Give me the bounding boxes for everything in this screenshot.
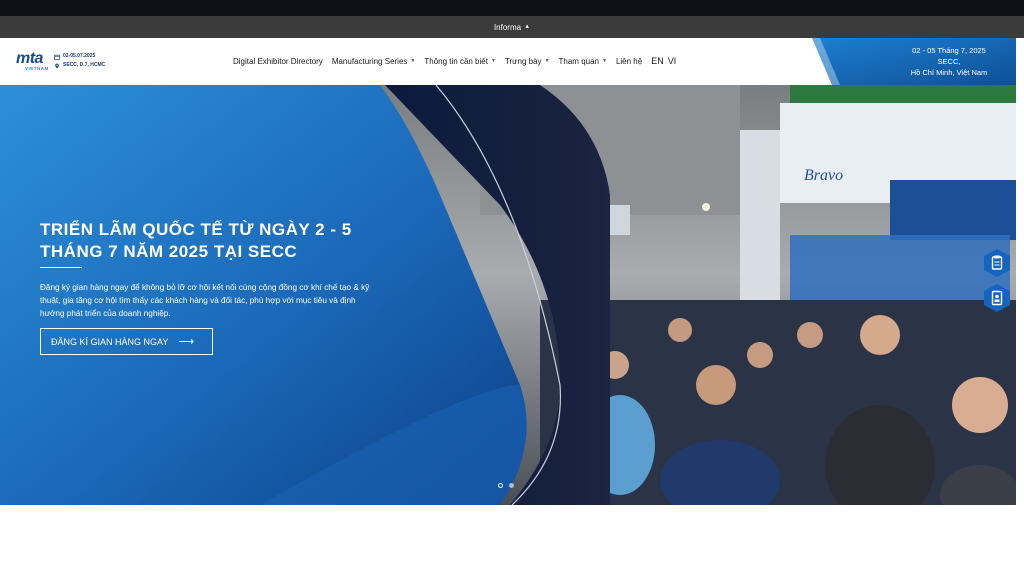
chevron-down-icon[interactable]: ▼ [491, 58, 496, 64]
carousel-dot-2[interactable] [509, 483, 514, 488]
register-booth-label[interactable]: ĐĂNG KÍ GIAN HÀNG NGAY [51, 337, 168, 347]
lang-en[interactable]: EN [651, 56, 664, 66]
event-info-text: 02 - 05 Tháng 7, 2025 SECC, Hồ Chí Minh,… [894, 45, 1004, 78]
site-header: mta VIETNAM 02-05.07.2025 SECC, D.7, HCM… [0, 38, 1016, 85]
badge-button[interactable] [984, 284, 1010, 312]
carousel-dot-1[interactable] [498, 483, 503, 488]
caret-up-icon[interactable]: ▲ [524, 24, 530, 30]
event-venue: SECC, [937, 57, 961, 66]
clipboard-button[interactable] [984, 249, 1010, 277]
informa-label[interactable]: Informa [494, 23, 521, 32]
event-info-banner: 02 - 05 Tháng 7, 2025 SECC, Hồ Chí Minh,… [812, 38, 1016, 85]
browser-top-strip [0, 0, 1024, 16]
register-booth-button[interactable]: ĐĂNG KÍ GIAN HÀNG NGAY ⟶ [40, 328, 213, 355]
nav-item-digital-exhibitor-directory[interactable]: Digital Exhibitor Directory [233, 57, 323, 66]
location-pin-icon [55, 63, 59, 68]
nav-item-thong-tin[interactable]: Thông tin cần biết ▼ [424, 57, 496, 66]
logo-venue: SECC, D.7, HCMC [63, 62, 106, 68]
lang-vi[interactable]: VI [668, 56, 677, 66]
informa-bar[interactable]: Informa ▲ [0, 16, 1024, 38]
chevron-down-icon[interactable]: ▼ [602, 58, 607, 64]
nav-item-manufacturing-series[interactable]: Manufacturing Series ▼ [332, 57, 416, 66]
nav-item-lien-he[interactable]: Liên hệ [616, 57, 642, 66]
logo-date: 02-05.07.2025 [63, 53, 96, 59]
event-date: 02 - 05 Tháng 7, 2025 [912, 46, 986, 55]
carousel-dots [498, 483, 514, 488]
hero-divider [40, 267, 82, 268]
mta-logo[interactable]: mta VIETNAM [16, 50, 56, 74]
arrow-right-icon[interactable]: ⟶ [178, 335, 194, 348]
booth-sign-text: Bravo [804, 167, 843, 184]
nav-item-trung-bay[interactable]: Trưng bày ▼ [505, 57, 550, 66]
chevron-down-icon[interactable]: ▼ [410, 58, 415, 64]
lang-switch: EN VI [651, 56, 676, 66]
hero-banner: TRIỂN LÃM QUỐC TẾ TỪ NGÀY 2 - 5 THÁNG 7 … [0, 85, 1016, 505]
logo-brand: mta [16, 50, 43, 67]
hero-description: Đăng ký gian hàng ngay để không bỏ lỡ cơ… [40, 283, 370, 318]
main-nav: Digital Exhibitor Directory Manufacturin… [233, 56, 676, 66]
nav-item-tham-quan[interactable]: Tham quan ▼ [559, 57, 607, 66]
calendar-icon [54, 54, 60, 60]
logo-event-meta: 02-05.07.2025 SECC, D.7, HCMC [54, 52, 105, 70]
chevron-down-icon[interactable]: ▼ [545, 58, 550, 64]
booth-sign: Bravo [804, 167, 843, 184]
logo-sub: VIETNAM [25, 66, 49, 71]
event-city: Hồ Chí Minh, Việt Nam [910, 68, 988, 77]
hero-title: TRIỂN LÃM QUỐC TẾ TỪ NGÀY 2 - 5 THÁNG 7 … [40, 220, 352, 261]
